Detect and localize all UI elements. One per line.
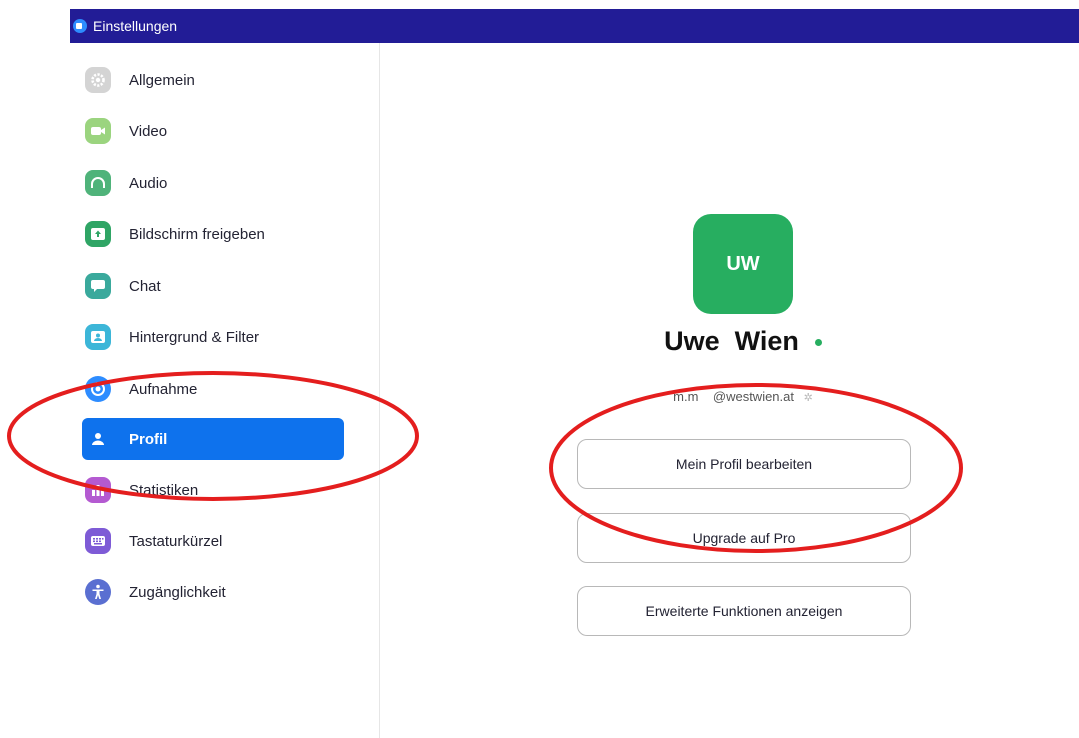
sidebar-item-label: Chat (129, 277, 161, 295)
upgrade-button[interactable]: Upgrade auf Pro (577, 513, 911, 563)
edit-profile-button[interactable]: Mein Profil bearbeiten (577, 439, 911, 489)
sidebar-item-video[interactable]: Video (82, 110, 344, 152)
sidebar-item-label: Tastaturkürzel (129, 532, 223, 550)
background-filter-icon (85, 324, 111, 350)
record-icon (85, 376, 111, 402)
sidebar-item-label: Statistiken (129, 481, 199, 499)
window-title-bar: Einstellungen (70, 9, 1079, 43)
avatar[interactable]: UW (693, 214, 793, 314)
sidebar-item-statistiken[interactable]: Statistiken (82, 469, 344, 511)
sidebar-item-aufnahme[interactable]: Aufnahme (82, 368, 344, 410)
sidebar-item-label: Profil (129, 430, 168, 448)
sidebar-item-label: Video (129, 122, 168, 140)
sidebar-item-bildschirm-freigeben[interactable]: Bildschirm freigeben (82, 213, 344, 255)
profile-panel: UW Uwe Wien m.m @westwien.at ✲ Mein Prof… (381, 43, 1079, 738)
sidebar-item-label: Allgemein (129, 71, 195, 89)
sidebar-item-chat[interactable]: Chat (82, 265, 344, 307)
sidebar-item-zugaenglichkeit[interactable]: Zugänglichkeit (82, 571, 344, 613)
window-title: Einstellungen (93, 18, 178, 34)
sidebar-item-hintergrund-filter[interactable]: Hintergrund & Filter (82, 316, 344, 358)
profile-name: Uwe Wien (664, 326, 799, 356)
sidebar-item-allgemein[interactable]: Allgemein (82, 59, 344, 101)
sidebar-item-label: Hintergrund & Filter (129, 328, 260, 346)
profile-email-text: m.m @westwien.at (673, 389, 794, 404)
sidebar-item-profil[interactable]: Profil (82, 418, 344, 460)
advanced-features-button[interactable]: Erweiterte Funktionen anzeigen (577, 586, 911, 636)
bar-chart-icon (85, 477, 111, 503)
sso-badge-icon: ✲ (803, 392, 813, 404)
sidebar-item-label: Zugänglichkeit (129, 583, 226, 601)
keyboard-icon (85, 528, 111, 554)
profile-email: m.m @westwien.at ✲ (577, 389, 909, 404)
settings-sidebar: Allgemein Video Audio Bildschirm freigeb… (70, 43, 380, 738)
video-camera-icon (85, 118, 111, 144)
sidebar-item-audio[interactable]: Audio (82, 162, 344, 204)
user-icon (85, 426, 111, 452)
headphones-icon (85, 170, 111, 196)
profile-name-row: Uwe Wien (577, 326, 909, 357)
sidebar-item-label: Bildschirm freigeben (129, 225, 265, 243)
zoom-app-icon (73, 19, 87, 33)
sidebar-item-label: Audio (129, 174, 168, 192)
presence-status-icon (814, 339, 822, 347)
accessibility-icon (85, 579, 111, 605)
sidebar-item-tastaturkuerzel[interactable]: Tastaturkürzel (82, 520, 344, 562)
gear-icon (85, 67, 111, 93)
sidebar-item-label: Aufnahme (129, 380, 198, 398)
share-screen-icon (85, 221, 111, 247)
chat-bubble-icon (85, 273, 111, 299)
